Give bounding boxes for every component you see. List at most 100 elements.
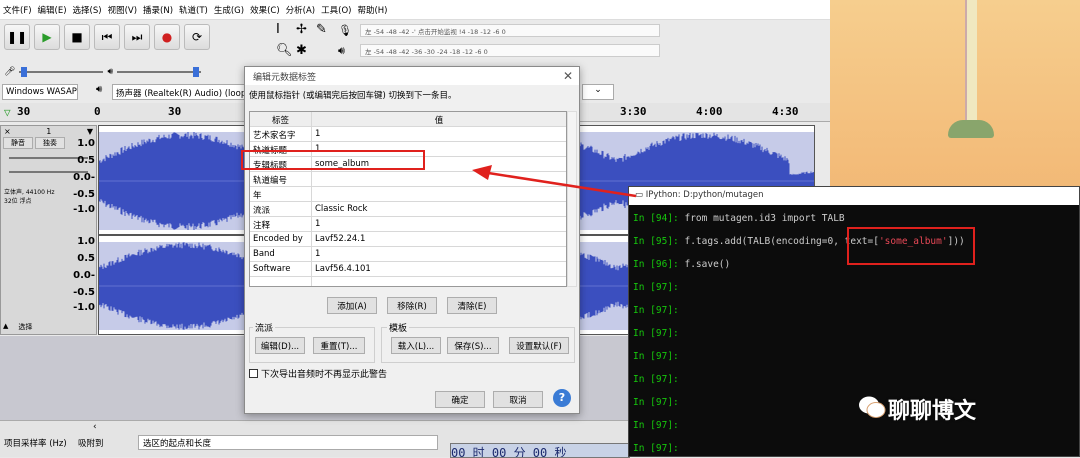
menu-item[interactable]: 播录(N): [140, 0, 176, 20]
envelope-tool-icon[interactable]: ✢: [296, 22, 314, 41]
tag-name-cell[interactable]: 注释: [250, 217, 312, 231]
solo-button[interactable]: 独奏: [35, 137, 65, 149]
highlight-box: [847, 227, 975, 265]
menu-item[interactable]: 工具(O): [318, 0, 354, 20]
selection-tool-icon[interactable]: I: [276, 22, 294, 41]
set-default-button[interactable]: 设置默认(F): [509, 337, 569, 354]
table-row[interactable]: [250, 277, 566, 286]
menu-item[interactable]: 文件(F): [0, 0, 35, 20]
save-template-button[interactable]: 保存(S)...: [447, 337, 499, 354]
close-icon[interactable]: ✕: [563, 69, 573, 83]
skip-end-button[interactable]: ⏭: [124, 24, 150, 50]
record-button[interactable]: ●: [154, 24, 180, 50]
terminal-line: In [97]:: [633, 443, 684, 454]
remove-button[interactable]: 移除(R): [387, 297, 437, 314]
record-volume-slider[interactable]: [19, 67, 104, 77]
tag-name-cell[interactable]: 轨道编号: [250, 172, 312, 186]
highlight-box: [241, 150, 425, 170]
scroll-left-icon[interactable]: ‹: [93, 422, 97, 432]
menu-item[interactable]: 效果(C): [247, 0, 283, 20]
play-head-icon: ▽: [4, 106, 11, 119]
tag-value-cell[interactable]: Classic Rock: [312, 202, 566, 216]
table-row[interactable]: Band 1: [250, 247, 566, 262]
playback-meter[interactable]: 左 -54 -48 -42 -36 -30 -24 -18 -12 -6 0: [360, 44, 660, 57]
loop-button[interactable]: ⟳: [184, 24, 210, 50]
collapse-track-icon[interactable]: ▲: [3, 322, 8, 332]
reset-genre-button[interactable]: 重置(T)...: [313, 337, 365, 354]
speaker-icon: 🔊︎: [107, 67, 114, 77]
record-icon: ●: [161, 30, 173, 44]
play-button[interactable]: ▶: [34, 24, 60, 50]
table-row[interactable]: 注释 1: [250, 217, 566, 232]
record-meter-icon: 🎙︎: [338, 24, 352, 37]
tag-value-cell[interactable]: 1: [312, 127, 566, 141]
mute-button[interactable]: 静音: [3, 137, 33, 149]
mic-icon: 🎤︎: [4, 67, 16, 77]
ruler-mark: 4:00: [696, 105, 723, 118]
tag-value-cell[interactable]: Lavf52.24.1: [312, 232, 566, 246]
pause-button[interactable]: ❚❚: [4, 24, 30, 50]
playback-volume-slider[interactable]: [117, 67, 202, 77]
tag-name-cell[interactable]: Band: [250, 247, 312, 261]
dont-show-checkbox[interactable]: [249, 369, 258, 378]
zoom-tool-icon[interactable]: 🔍︎: [276, 43, 294, 62]
stop-button[interactable]: ■: [64, 24, 90, 50]
wallpaper-pole: [965, 0, 977, 130]
speaker-device-icon: 🔊︎: [96, 84, 103, 95]
ok-button[interactable]: 确定: [435, 391, 485, 408]
table-row[interactable]: 艺术家名字 1: [250, 127, 566, 142]
template-group-label: 模板: [387, 321, 410, 334]
multi-tool-icon[interactable]: ✱: [296, 43, 314, 62]
menu-item[interactable]: 帮助(H): [354, 0, 390, 20]
loop-icon: ⟳: [191, 30, 203, 44]
terminal-line: In [97]:: [633, 420, 684, 431]
table-row[interactable]: Software Lavf56.4.101: [250, 262, 566, 277]
help-icon[interactable]: ?: [553, 389, 571, 407]
tag-name-cell[interactable]: Software: [250, 262, 312, 276]
code: from mutagen.id3 import TALB: [684, 213, 845, 224]
tag-name-cell[interactable]: 艺术家名字: [250, 127, 312, 141]
tag-value-cell[interactable]: Lavf56.4.101: [312, 262, 566, 276]
menu-item[interactable]: 编辑(E): [35, 0, 70, 20]
terminal-title: ▭ IPython: D:python/mutagen: [629, 187, 1079, 205]
menu-item[interactable]: 生成(G): [211, 0, 247, 20]
host-select[interactable]: Windows WASAPI: [2, 84, 78, 100]
record-meter[interactable]: 左 -54 -48 -42 -' 点击开始监视 !4 -18 -12 -6 0: [360, 24, 660, 37]
select-track-button[interactable]: 选择: [18, 322, 32, 332]
playback-meter-icon: 🔊︎: [338, 44, 345, 57]
terminal-title-text: IPython: D:python/mutagen: [645, 190, 764, 200]
tag-value-cell[interactable]: [312, 277, 566, 286]
watermark-text: 聊聊博文: [888, 399, 977, 424]
menu-item[interactable]: 选择(S): [70, 0, 105, 20]
draw-tool-icon[interactable]: ✎: [316, 22, 334, 41]
selection-start-time[interactable]: 00 时 00 分 00 秒: [450, 443, 630, 458]
skip-start-button[interactable]: ⏮: [94, 24, 120, 50]
output-device-select[interactable]: 扬声器 (Realtek(R) Audio) (loop: [112, 84, 246, 100]
selection-mode-select[interactable]: 选区的起点和长度: [138, 435, 438, 450]
input-channels-dropdown[interactable]: ⌄: [582, 84, 614, 100]
terminal-line: In [97]:: [633, 282, 684, 293]
tag-name-cell[interactable]: 年: [250, 187, 312, 201]
track-name[interactable]: 1: [46, 127, 51, 136]
tag-name-cell[interactable]: [250, 277, 312, 286]
menu-item[interactable]: 视图(V): [105, 0, 140, 20]
table-row[interactable]: 流派 Classic Rock: [250, 202, 566, 217]
prompt: In [97]:: [633, 282, 685, 293]
menu-item[interactable]: 分析(A): [283, 0, 318, 20]
cancel-button[interactable]: 取消: [493, 391, 543, 408]
amplitude-scale-left: 1.0 0.5 0.0- -0.5 -1.0: [66, 138, 98, 234]
tag-value-cell[interactable]: 1: [312, 217, 566, 231]
dialog-instruction: 使用鼠标指针 (或编辑完后按回车键) 切换到下一条目。: [249, 91, 457, 101]
track-menu-icon[interactable]: ▼: [87, 127, 93, 136]
close-track-icon[interactable]: ×: [4, 127, 11, 136]
tag-name-cell[interactable]: Encoded by: [250, 232, 312, 246]
load-template-button[interactable]: 载入(L)...: [391, 337, 441, 354]
add-button[interactable]: 添加(A): [327, 297, 377, 314]
tag-name-cell[interactable]: 流派: [250, 202, 312, 216]
menu-item[interactable]: 轨道(T): [176, 0, 211, 20]
tag-value-cell[interactable]: 1: [312, 247, 566, 261]
edit-genre-button[interactable]: 编辑(D)...: [255, 337, 305, 354]
table-row[interactable]: Encoded by Lavf52.24.1: [250, 232, 566, 247]
clear-button[interactable]: 清除(E): [447, 297, 497, 314]
prompt: In [94]:: [633, 213, 685, 224]
